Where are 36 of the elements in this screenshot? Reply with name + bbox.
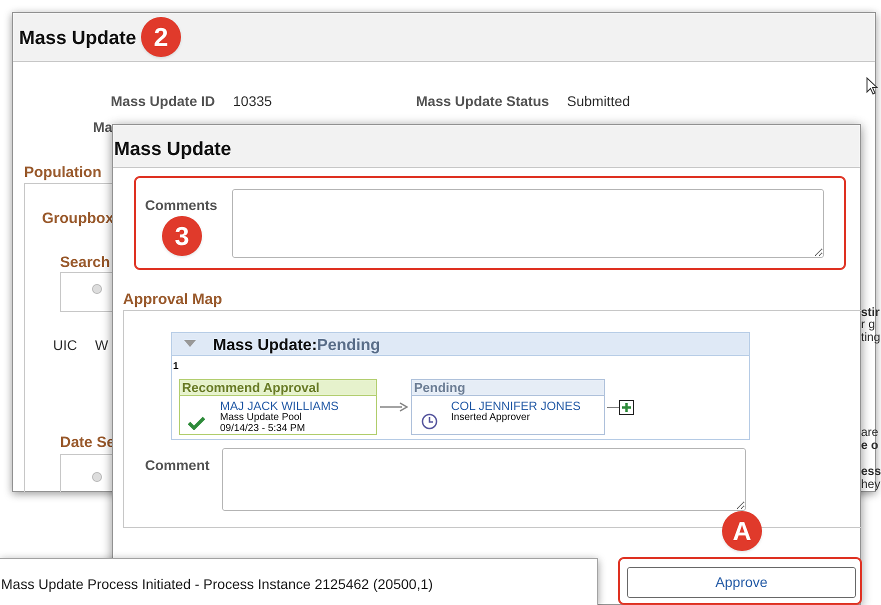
field-value: Submitted (567, 92, 630, 111)
dialog-title: Mass Update (114, 138, 232, 162)
approval-chain-title: Mass Update:Pending (213, 336, 380, 356)
section-title: Approval Map (123, 290, 222, 310)
add-approver-icon[interactable] (607, 400, 634, 415)
text-fragment: hey (861, 478, 880, 491)
approver-role: Mass Update Pool (220, 412, 302, 423)
comments-field[interactable] (232, 189, 824, 258)
field-label: UIC (53, 336, 78, 355)
window-title: Mass Update (19, 27, 136, 51)
field-value: 10335 (233, 92, 272, 111)
step-header: Pending (412, 380, 604, 396)
text-fragment: ess (861, 465, 881, 478)
field-label: W (95, 336, 108, 355)
text-fragment: are (861, 426, 878, 439)
field-label: Ma (93, 118, 112, 137)
field-label: Mass Update ID (110, 92, 215, 111)
field-label: Mass Update Status (416, 92, 550, 111)
section-title: Population (24, 163, 102, 183)
text-fragment: e o (861, 439, 878, 452)
groupbox-title: Groupbox (42, 209, 114, 229)
path-number: 1 (173, 360, 179, 374)
comment-field[interactable] (222, 448, 746, 511)
text-fragment: r g (861, 318, 876, 331)
field-label: Comment (145, 456, 210, 475)
text-fragment: stir (861, 306, 880, 319)
approve-button[interactable]: Approve (627, 567, 856, 598)
field-label: Comments (145, 196, 218, 215)
approver-role: Inserted Approver (451, 412, 530, 423)
approval-date: 09/14/23 - 5:34 PM (220, 423, 306, 434)
step-header: Recommend Approval (180, 380, 376, 396)
group-title: Search (60, 253, 110, 273)
text-fragment: ting (861, 331, 880, 344)
collapse-icon[interactable] (184, 339, 196, 349)
status-message: Mass Update Process Initiated - Process Instance 2125462 (20500,1) (1, 575, 433, 594)
arrow-icon (380, 402, 408, 412)
